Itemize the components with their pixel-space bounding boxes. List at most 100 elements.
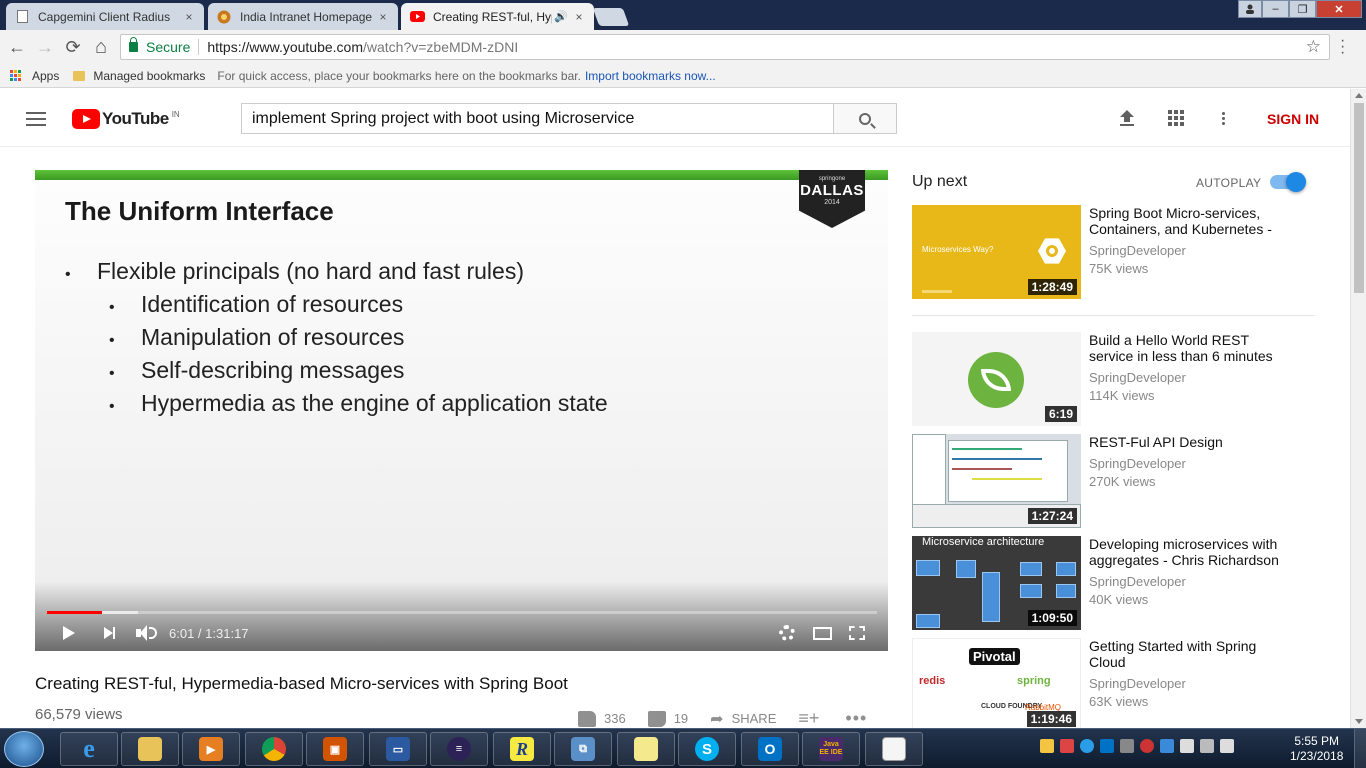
search-button[interactable] xyxy=(833,103,897,134)
recommendation-title[interactable]: Getting Started with Spring Cloud xyxy=(1089,638,1289,670)
youtube-logo[interactable]: YouTube IN xyxy=(72,109,180,129)
taskbar-eclipse[interactable]: ≡ xyxy=(430,732,488,766)
skype-icon: S xyxy=(695,737,719,761)
new-tab-button[interactable] xyxy=(592,8,630,26)
taskbar-media-player[interactable]: ▶ xyxy=(182,732,240,766)
tab-india-intranet[interactable]: India Intranet Homepage × xyxy=(208,3,398,30)
recommendation-title[interactable]: Spring Boot Micro-services, Containers, … xyxy=(1089,205,1289,237)
guide-menu-icon[interactable] xyxy=(26,112,46,126)
start-button[interactable] xyxy=(4,731,44,767)
taskbar-network-app[interactable]: ⧉ xyxy=(554,732,612,766)
recommendation-item[interactable]: 6:19 Build a Hello World REST service in… xyxy=(912,332,1332,426)
apps-shortcut[interactable]: Apps xyxy=(32,69,59,83)
tab-close-icon[interactable]: × xyxy=(182,10,196,24)
channel-name[interactable]: SpringDeveloper xyxy=(1089,574,1186,589)
taskbar-sticky-notes[interactable] xyxy=(617,732,675,766)
tray-alert-icon[interactable] xyxy=(1060,739,1074,753)
thumbs-down-icon xyxy=(647,710,666,727)
next-button[interactable] xyxy=(104,623,115,643)
system-clock[interactable]: 5:55 PM 1/23/2018 xyxy=(1290,734,1343,764)
more-actions-icon[interactable]: ••• xyxy=(845,708,867,729)
taskbar-internet-explorer[interactable]: e xyxy=(60,732,118,766)
tray-shield-icon[interactable] xyxy=(1040,739,1054,753)
settings-dots-icon[interactable] xyxy=(1214,109,1232,127)
recommendation-item[interactable]: Microservice architecture 1:09:50 Develo… xyxy=(912,536,1332,630)
theater-mode-button[interactable] xyxy=(813,623,832,643)
video-thumbnail[interactable]: Microservice architecture 1:09:50 xyxy=(912,536,1081,630)
video-thumbnail[interactable]: 1:27:24 xyxy=(912,434,1081,528)
scrollbar-thumb[interactable] xyxy=(1354,103,1364,293)
play-button[interactable] xyxy=(63,623,75,643)
managed-bookmarks-folder[interactable]: Managed bookmarks xyxy=(93,69,205,83)
scroll-down-arrow-icon[interactable] xyxy=(1355,719,1363,724)
page-scrollbar[interactable] xyxy=(1350,89,1366,728)
tab-youtube-video[interactable]: Creating REST-ful, Hyp 🔊 × xyxy=(401,3,594,30)
chrome-menu-icon[interactable]: · · · xyxy=(1340,33,1345,61)
reload-icon[interactable]: ⟳ xyxy=(62,36,84,58)
import-bookmarks-link[interactable]: Import bookmarks now... xyxy=(585,69,716,83)
view-count: 66,579 views xyxy=(35,706,123,723)
fullscreen-button[interactable] xyxy=(849,623,865,643)
recommendation-title[interactable]: Developing microservices with aggregates… xyxy=(1089,536,1289,568)
channel-name[interactable]: SpringDeveloper xyxy=(1089,370,1186,385)
dislike-button[interactable]: 19 xyxy=(647,710,688,727)
bookmark-star-icon[interactable]: ☆ xyxy=(1306,37,1321,57)
channel-name[interactable]: SpringDeveloper xyxy=(1089,243,1186,258)
tray-skype-icon[interactable] xyxy=(1080,739,1094,753)
recommendation-title[interactable]: REST-Ful API Design xyxy=(1089,434,1289,450)
tray-flag-icon[interactable] xyxy=(1180,739,1194,753)
tray-device-icon[interactable] xyxy=(1120,739,1134,753)
video-thumbnail[interactable]: Pivotal redis spring CLOUD FOUNDRY Rabbi… xyxy=(912,638,1081,728)
back-arrow-icon[interactable]: ← xyxy=(6,36,28,58)
minimize-button[interactable]: – xyxy=(1262,0,1289,18)
taskbar-remote-desktop[interactable]: ▭ xyxy=(369,732,427,766)
scroll-up-arrow-icon[interactable] xyxy=(1355,93,1363,98)
settings-button[interactable] xyxy=(779,623,795,643)
mute-button[interactable] xyxy=(136,623,157,643)
tray-volume-icon[interactable] xyxy=(1220,739,1234,753)
tray-app-icon[interactable] xyxy=(1160,739,1174,753)
tray-network-icon[interactable] xyxy=(1200,739,1214,753)
close-window-button[interactable]: ✕ xyxy=(1316,0,1362,18)
autoplay-toggle[interactable] xyxy=(1270,172,1306,192)
tab-capgemini[interactable]: Capgemini Client Radius × xyxy=(6,3,204,30)
sign-in-button[interactable]: SIGN IN xyxy=(1267,111,1319,127)
recommendation-item[interactable]: Microservices Way? 1:28:49 Spring Boot M… xyxy=(912,205,1332,299)
video-player[interactable]: The Uniform Interface springone DALLAS 2… xyxy=(35,170,888,651)
profile-icon[interactable] xyxy=(1238,0,1262,18)
home-icon[interactable]: ⌂ xyxy=(90,36,112,58)
address-bar[interactable]: Secure https://www.youtube.com/watch?v=z… xyxy=(120,34,1330,60)
taskbar-chrome[interactable] xyxy=(245,732,303,766)
add-to-playlist-icon[interactable]: ≡+ xyxy=(798,708,819,729)
taskbar-r-app[interactable]: R xyxy=(493,732,551,766)
video-thumbnail[interactable]: 6:19 xyxy=(912,332,1081,426)
seek-bar[interactable] xyxy=(47,611,877,614)
tab-close-icon[interactable]: × xyxy=(572,10,586,24)
tray-status-icon[interactable] xyxy=(1140,739,1154,753)
audio-playing-icon[interactable]: 🔊 xyxy=(554,10,568,23)
taskbar-office-app[interactable]: ▣ xyxy=(306,732,364,766)
taskbar-skype[interactable]: S xyxy=(678,732,736,766)
channel-name[interactable]: SpringDeveloper xyxy=(1089,456,1186,471)
recommendation-item[interactable]: 1:27:24 REST-Ful API Design SpringDevelo… xyxy=(912,434,1332,528)
taskbar-outlook[interactable]: O xyxy=(741,732,799,766)
taskbar-file-explorer[interactable] xyxy=(121,732,179,766)
url-path: /watch?v=zbeMDM-zDNI xyxy=(363,39,519,55)
restore-button[interactable]: ❐ xyxy=(1289,0,1316,18)
channel-name[interactable]: SpringDeveloper xyxy=(1089,676,1186,691)
recommendation-title[interactable]: Build a Hello World REST service in less… xyxy=(1089,332,1289,364)
apps-icon[interactable] xyxy=(1167,109,1185,127)
search-input[interactable]: implement Spring project with boot using… xyxy=(241,103,833,134)
upload-icon[interactable] xyxy=(1118,109,1136,127)
taskbar-java-ee-ide[interactable]: Java EE IDE xyxy=(802,732,860,766)
forward-arrow-icon[interactable]: → xyxy=(34,36,56,58)
secure-indicator[interactable]: Secure xyxy=(121,37,190,55)
taskbar-notepad-app[interactable] xyxy=(865,732,923,766)
like-button[interactable]: 336 xyxy=(578,710,626,727)
tray-outlook-icon[interactable] xyxy=(1100,739,1114,753)
video-thumbnail[interactable]: Microservices Way? 1:28:49 xyxy=(912,205,1081,299)
recommendation-item[interactable]: Pivotal redis spring CLOUD FOUNDRY Rabbi… xyxy=(912,638,1332,728)
tab-close-icon[interactable]: × xyxy=(376,10,390,24)
show-desktop-button[interactable] xyxy=(1354,729,1366,768)
share-button[interactable]: ➦ SHARE xyxy=(710,709,776,729)
